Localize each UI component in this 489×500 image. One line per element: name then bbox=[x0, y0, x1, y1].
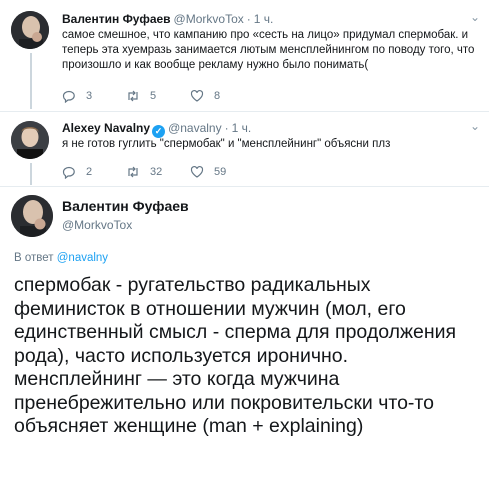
like-icon bbox=[190, 165, 204, 178]
avatar[interactable] bbox=[11, 11, 49, 49]
reply-icon bbox=[62, 90, 75, 103]
chevron-down-icon[interactable]: ⌄ bbox=[470, 119, 480, 133]
like-icon bbox=[190, 89, 204, 102]
tweet-text: я не готов гуглить "спермобак" и "менспл… bbox=[62, 138, 391, 150]
author-handle[interactable]: @MorkvoTox bbox=[62, 218, 132, 232]
reply-prefix: В ответ bbox=[14, 252, 54, 264]
avatar-photo-icon bbox=[11, 195, 53, 237]
retweet-button[interactable]: 32 bbox=[126, 165, 190, 179]
timestamp[interactable]: 1 ч. bbox=[232, 121, 252, 135]
avatar-photo-icon bbox=[11, 11, 49, 49]
retweet-count: 32 bbox=[150, 166, 163, 178]
author-name[interactable]: Валентин Фуфаев bbox=[62, 198, 189, 214]
timestamp[interactable]: 1 ч. bbox=[254, 12, 274, 26]
reply-context: В ответ @navalny bbox=[14, 252, 108, 264]
like-button[interactable]: 59 bbox=[190, 165, 254, 179]
retweet-icon bbox=[128, 166, 138, 178]
retweet-count: 5 bbox=[150, 90, 157, 102]
reply-button[interactable]: 2 bbox=[62, 165, 126, 179]
reply-count: 3 bbox=[86, 90, 93, 102]
chevron-down-icon[interactable]: ⌄ bbox=[470, 10, 480, 24]
avatar[interactable] bbox=[11, 121, 49, 159]
main-tweet-text: спермобак - ругательство радикальных фем… bbox=[14, 274, 457, 437]
avatar[interactable] bbox=[11, 195, 53, 237]
thread-line bbox=[30, 53, 32, 109]
reply-button[interactable]: 3 bbox=[62, 89, 126, 103]
like-count: 59 bbox=[214, 166, 227, 178]
divider bbox=[0, 186, 489, 187]
retweet-icon bbox=[128, 90, 138, 102]
retweet-button[interactable]: 5 bbox=[126, 89, 190, 103]
reply-count: 2 bbox=[86, 166, 93, 178]
author-handle[interactable]: @MorkvoTox bbox=[174, 12, 244, 26]
reply-handle-link[interactable]: @navalny bbox=[57, 252, 108, 264]
like-count: 8 bbox=[214, 90, 221, 102]
tweet-text: самое смешное, что кампанию про «сесть н… bbox=[62, 29, 475, 71]
author-name[interactable]: Alexey Navalny bbox=[62, 121, 150, 135]
avatar-photo-icon bbox=[11, 121, 49, 159]
thread-line bbox=[30, 163, 32, 185]
divider bbox=[0, 111, 489, 112]
like-button[interactable]: 8 bbox=[190, 89, 254, 103]
reply-icon bbox=[62, 166, 75, 179]
author-name[interactable]: Валентин Фуфаев bbox=[62, 12, 171, 26]
author-handle[interactable]: @navalny bbox=[168, 121, 222, 135]
